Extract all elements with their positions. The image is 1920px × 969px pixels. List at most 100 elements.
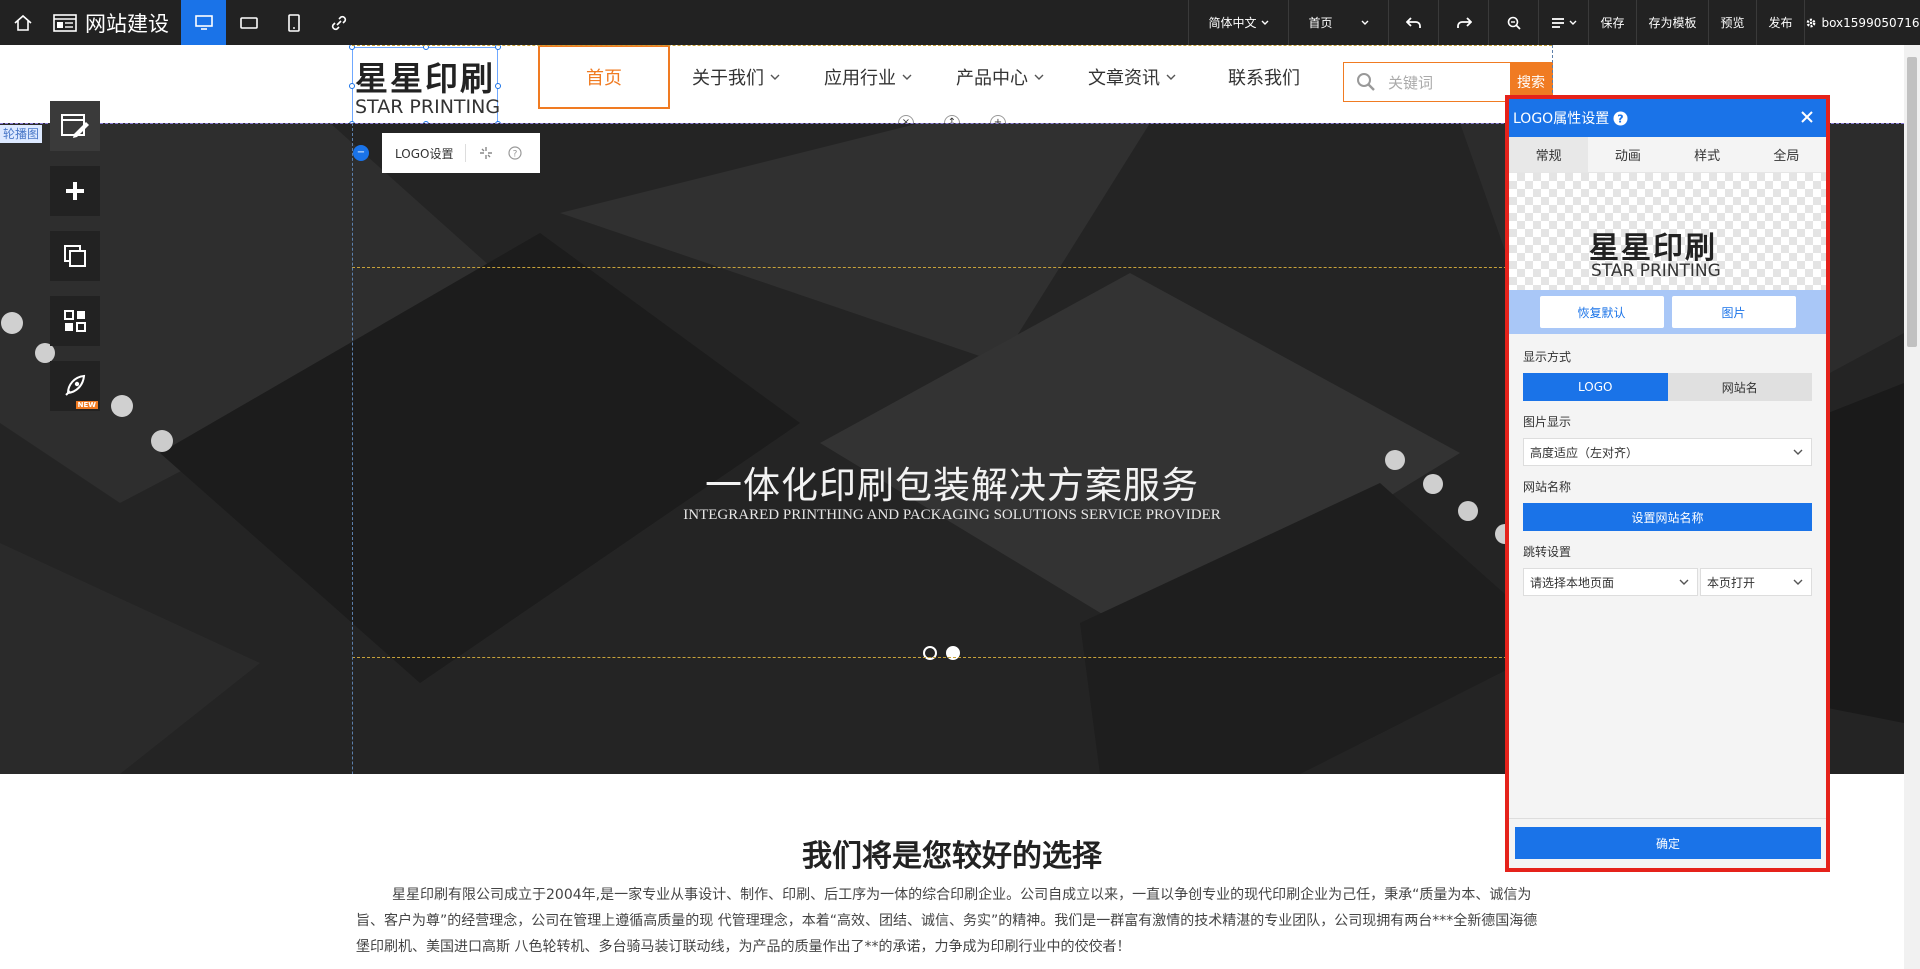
layout-button[interactable] — [50, 296, 100, 346]
close-icon[interactable] — [1798, 108, 1816, 126]
display-mode-label: 显示方式 — [1523, 350, 1572, 364]
preview-button[interactable]: 预览 — [1708, 0, 1756, 45]
jump-target-select[interactable]: 本页打开 — [1700, 568, 1812, 596]
page-scrollbar[interactable] — [1904, 45, 1920, 969]
logo-text-cn: 星星印刷 — [355, 59, 495, 98]
chevron-down-icon — [1166, 74, 1176, 80]
logo-settings-button[interactable]: LOGO设置 — [395, 145, 453, 162]
nav-item-news[interactable]: 文章资讯 — [1066, 45, 1198, 109]
language-select[interactable]: 简体中文 — [1188, 0, 1288, 45]
collapse-button[interactable]: − — [353, 145, 369, 161]
chevron-down-icon — [902, 74, 912, 80]
page-label: 首页 — [1308, 16, 1333, 30]
svg-text:?: ? — [1618, 112, 1624, 125]
add-module-button[interactable] — [50, 166, 100, 216]
save-button[interactable]: 保存 — [1588, 0, 1636, 45]
publish-button[interactable]: 发布 — [1756, 0, 1804, 45]
nav-item-about[interactable]: 关于我们 — [670, 45, 802, 109]
search-icon — [1357, 73, 1375, 91]
image-display-label: 图片显示 — [1523, 415, 1572, 429]
image-display-select[interactable]: 高度适应（左对齐） — [1523, 438, 1812, 466]
layout-icon — [64, 310, 86, 332]
display-mode-logo[interactable]: LOGO — [1523, 373, 1668, 401]
add-icon — [66, 182, 84, 200]
help-icon[interactable]: ? — [1613, 111, 1628, 126]
resize-handle[interactable] — [349, 83, 355, 89]
panel-title: LOGO属性设置 — [1513, 111, 1610, 127]
section-paragraph: 星星印刷有限公司成立于2004年,是一家专业从事设计、制作、印刷、后工序为一体的… — [356, 887, 1538, 955]
scrollbar-thumb[interactable] — [1907, 57, 1917, 347]
tab-general[interactable]: 常规 — [1509, 137, 1589, 172]
nav-label: 产品中心 — [956, 68, 1028, 89]
account-name: box1599050716 — [1821, 15, 1920, 30]
guide-line — [352, 657, 1552, 658]
main-nav: 首页 关于我们 应用行业 产品中心 文章资讯 联系我们 — [538, 45, 1330, 109]
jump-target-value: 本页打开 — [1707, 575, 1756, 590]
page-list-icon — [1551, 17, 1564, 28]
home-button[interactable] — [0, 0, 45, 45]
resize-handle[interactable] — [495, 83, 501, 89]
nav-label: 联系我们 — [1228, 68, 1300, 89]
image-button[interactable]: 图片 — [1671, 296, 1796, 328]
jump-page-select[interactable]: 请选择本地页面 — [1523, 568, 1698, 596]
svg-text:?: ? — [513, 150, 518, 160]
desktop-view-button[interactable] — [181, 0, 226, 45]
desktop-icon — [194, 14, 213, 30]
top-toolbar: 网站建设 简体中文 首页 保存 存为模板 预览 发布 box1599050716 — [0, 0, 1920, 45]
zoom-icon — [1507, 16, 1521, 30]
panel-tabs: 常规 动画 样式 全局 — [1509, 137, 1826, 173]
panel-header: LOGO属性设置 ? — [1509, 99, 1826, 137]
jump-page-value: 请选择本地页面 — [1530, 575, 1615, 590]
page-list-button[interactable] — [1538, 0, 1588, 45]
restore-default-button[interactable]: 恢复默认 — [1539, 296, 1664, 328]
nav-label: 文章资讯 — [1088, 68, 1160, 89]
logo-properties-panel: LOGO属性设置 ? 常规 动画 样式 全局 星星印刷 STAR PRINTIN… — [1505, 95, 1830, 872]
copy-icon — [64, 245, 86, 267]
chevron-down-icon — [1793, 579, 1803, 585]
preview-actions: 恢复默认 图片 — [1509, 290, 1826, 334]
tab-animation[interactable]: 动画 — [1588, 137, 1667, 172]
gear-icon — [1807, 18, 1816, 27]
new-badge: NEW — [75, 401, 98, 409]
jump-settings-label: 跳转设置 — [1523, 545, 1572, 559]
save-template-button[interactable]: 存为模板 — [1636, 0, 1708, 45]
chevron-down-icon — [1793, 449, 1803, 455]
copy-button[interactable] — [50, 231, 100, 281]
website-builder-icon — [53, 13, 77, 32]
confirm-button[interactable]: 确定 — [1515, 827, 1821, 859]
tab-style[interactable]: 样式 — [1668, 137, 1747, 172]
edit-page-button[interactable] — [50, 101, 100, 151]
mobile-view-button[interactable] — [271, 0, 316, 45]
guide-line — [352, 267, 1552, 268]
help-icon[interactable]: ? — [508, 146, 523, 160]
nav-item-home[interactable]: 首页 — [538, 45, 670, 109]
search-placeholder: 关键词 — [1388, 73, 1434, 92]
site-logo[interactable]: 星星印刷 STAR PRINTING — [349, 45, 501, 127]
tab-global[interactable]: 全局 — [1747, 137, 1826, 172]
display-mode-sitename[interactable]: 网站名 — [1667, 373, 1812, 401]
image-display-value: 高度适应（左对齐） — [1530, 445, 1639, 460]
publish-rocket-button[interactable]: NEW — [50, 361, 100, 411]
site-name-label: 网站名称 — [1523, 480, 1572, 494]
logo-toolbar: LOGO设置 ? — [382, 133, 540, 173]
mobile-icon — [287, 13, 300, 32]
section-title: 我们将是您较好的选择 — [802, 839, 1102, 874]
nav-label: 关于我们 — [692, 68, 764, 89]
set-site-name-button[interactable]: 设置网站名称 — [1523, 503, 1812, 531]
redo-button[interactable] — [1438, 0, 1488, 45]
carousel-tag[interactable]: 轮播图 — [0, 125, 43, 143]
tablet-view-button[interactable] — [226, 0, 271, 45]
nav-item-industry[interactable]: 应用行业 — [802, 45, 934, 109]
edit-icon — [61, 114, 89, 138]
zoom-button[interactable] — [1488, 0, 1538, 45]
undo-button[interactable] — [1388, 0, 1438, 45]
app-title: 网站建设 — [85, 11, 169, 36]
page-select[interactable]: 首页 — [1288, 0, 1388, 45]
divider — [465, 144, 467, 162]
nav-item-products[interactable]: 产品中心 — [934, 45, 1066, 109]
animation-icon[interactable] — [478, 145, 494, 161]
link-button[interactable] — [316, 0, 361, 45]
nav-label: 应用行业 — [824, 68, 896, 89]
account-menu[interactable]: box1599050716 — [1804, 0, 1920, 45]
nav-item-contact[interactable]: 联系我们 — [1198, 45, 1330, 109]
